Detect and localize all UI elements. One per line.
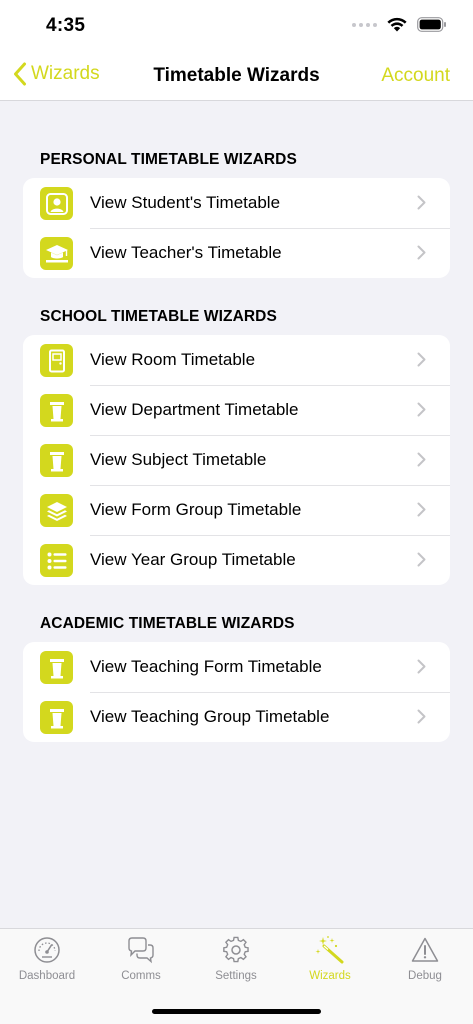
section-header-personal: PERSONAL TIMETABLE WIZARDS [40, 151, 297, 168]
tab-label: Wizards [309, 970, 351, 982]
student-icon [40, 187, 73, 220]
status-icons [352, 17, 447, 32]
tab-label: Comms [121, 970, 161, 982]
layers-icon [40, 494, 73, 527]
list-item-subject-timetable[interactable]: View Subject Timetable [23, 435, 450, 485]
chevron-right-icon [417, 659, 426, 674]
chevron-right-icon [417, 195, 426, 210]
lectern-icon [40, 394, 73, 427]
navigation-bar: Wizards Timetable Wizards Account [0, 52, 473, 100]
tab-label: Dashboard [18, 970, 76, 982]
section-header-school: SCHOOL TIMETABLE WIZARDS [40, 308, 277, 325]
academic-wizards-list: View Teaching Form Timetable View Teachi… [23, 642, 450, 742]
wifi-icon [387, 17, 407, 32]
list-item-label: View Teaching Group Timetable [90, 707, 330, 726]
tab-comms[interactable]: Comms [94, 935, 188, 995]
personal-wizards-list: View Student's Timetable View Teacher's … [23, 178, 450, 278]
list-item-year-group-timetable[interactable]: View Year Group Timetable [23, 535, 450, 585]
teacher-icon [40, 237, 73, 270]
list-item-teacher-timetable[interactable]: View Teacher's Timetable [23, 228, 450, 278]
list-item-label: View Department Timetable [90, 400, 299, 419]
list-item-form-group-timetable[interactable]: View Form Group Timetable [23, 485, 450, 535]
list-item-department-timetable[interactable]: View Department Timetable [23, 385, 450, 435]
speedometer-icon [32, 935, 62, 965]
tab-label: Settings [215, 970, 257, 982]
home-indicator [152, 1009, 321, 1014]
chevron-right-icon [417, 709, 426, 724]
list-item-teaching-form-timetable[interactable]: View Teaching Form Timetable [23, 642, 450, 692]
list-item-label: View Room Timetable [90, 350, 256, 369]
list-item-label: View Year Group Timetable [90, 550, 296, 569]
lectern-icon [40, 701, 73, 734]
list-item-student-timetable[interactable]: View Student's Timetable [23, 178, 450, 228]
school-wizards-list: View Room Timetable View Department Time… [23, 335, 450, 585]
cellular-signal-icon [352, 22, 377, 27]
list-item-room-timetable[interactable]: View Room Timetable [23, 335, 450, 385]
list-item-label: View Teaching Form Timetable [90, 657, 322, 676]
lectern-icon [40, 444, 73, 477]
tab-dashboard[interactable]: Dashboard [0, 935, 94, 995]
list-item-teaching-group-timetable[interactable]: View Teaching Group Timetable [23, 692, 450, 742]
back-button[interactable]: Wizards [13, 62, 100, 86]
door-icon [40, 344, 73, 377]
list-item-label: View Subject Timetable [90, 450, 267, 469]
warning-icon [410, 935, 440, 965]
back-button-label: Wizards [31, 63, 100, 84]
battery-icon [417, 17, 446, 32]
list-icon [40, 544, 73, 577]
lectern-icon [40, 651, 73, 684]
chevron-right-icon [417, 502, 426, 517]
status-bar: 4:35 [0, 0, 473, 52]
tab-settings[interactable]: Settings [189, 935, 283, 995]
chevron-right-icon [417, 352, 426, 367]
gear-icon [221, 935, 251, 965]
status-time: 4:35 [46, 15, 86, 36]
top-bar: 4:35 Wizards Timetable Wizards Account [0, 0, 473, 101]
tab-label: Debug [408, 970, 442, 982]
magic-wand-icon [315, 935, 345, 965]
account-button[interactable]: Account [381, 65, 450, 87]
chevron-left-icon [14, 62, 26, 86]
list-item-label: View Form Group Timetable [90, 500, 302, 519]
chevron-right-icon [417, 402, 426, 417]
list-item-label: View Student's Timetable [90, 193, 281, 212]
chevron-right-icon [417, 552, 426, 567]
chat-bubbles-icon [126, 935, 156, 965]
tab-wizards[interactable]: Wizards [283, 935, 377, 995]
chevron-right-icon [417, 452, 426, 467]
list-item-label: View Teacher's Timetable [90, 243, 282, 262]
section-header-academic: ACADEMIC TIMETABLE WIZARDS [40, 615, 295, 632]
chevron-right-icon [417, 245, 426, 260]
tab-debug[interactable]: Debug [378, 935, 472, 995]
